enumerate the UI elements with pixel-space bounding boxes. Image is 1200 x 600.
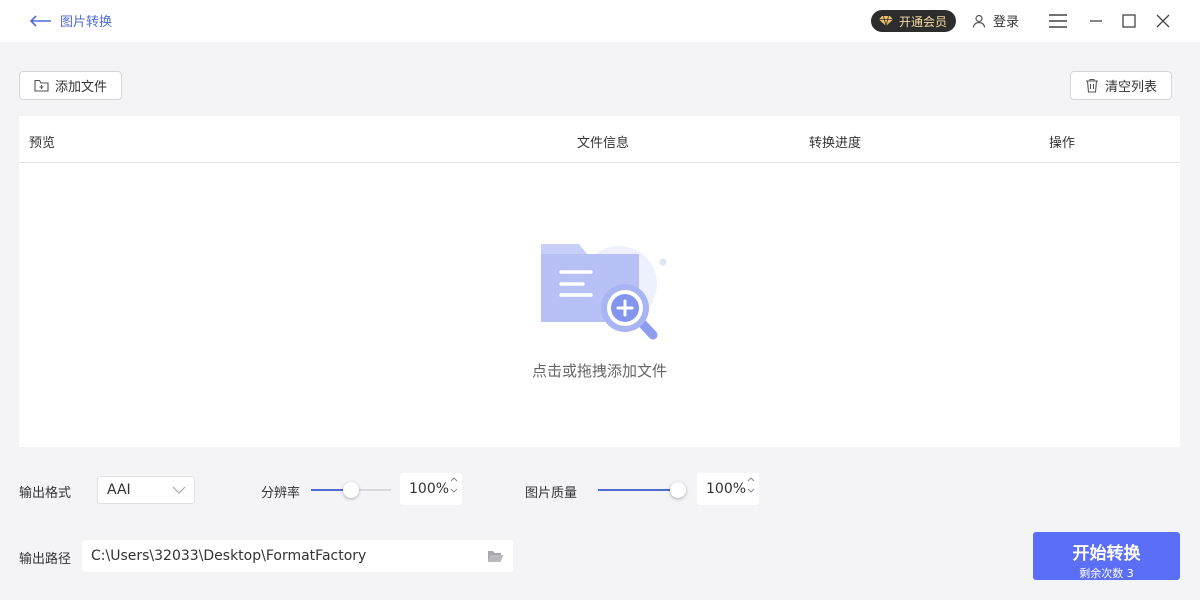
minimize-button[interactable] xyxy=(1086,11,1106,31)
increment-icon[interactable] xyxy=(450,476,458,482)
decrement-icon[interactable] xyxy=(747,488,755,494)
maximize-button[interactable] xyxy=(1119,11,1139,31)
add-file-label: 添加文件 xyxy=(55,76,107,95)
chevron-down-icon xyxy=(172,486,186,494)
quality-slider-fill xyxy=(598,489,678,491)
column-header-progress: 转换进度 xyxy=(809,132,861,151)
clear-list-label: 清空列表 xyxy=(1105,76,1157,95)
output-format-value: AAI xyxy=(107,482,131,498)
quality-slider-thumb[interactable] xyxy=(670,482,686,498)
menu-button[interactable] xyxy=(1048,11,1068,31)
output-path-label: 输出路径 xyxy=(19,548,71,567)
empty-state-text: 点击或拖拽添加文件 xyxy=(19,360,1180,381)
resolution-value: 100% xyxy=(409,481,449,497)
trash-icon xyxy=(1085,78,1099,93)
minimize-icon xyxy=(1089,14,1103,28)
clear-list-button[interactable]: 清空列表 xyxy=(1070,71,1172,100)
column-header-file-info: 文件信息 xyxy=(577,132,629,151)
page-title: 图片转换 xyxy=(60,11,112,30)
login-button[interactable]: 登录 xyxy=(972,11,1019,30)
menu-icon xyxy=(1048,13,1068,29)
output-format-select[interactable]: AAI xyxy=(97,476,195,504)
quality-slider[interactable] xyxy=(598,483,678,497)
start-convert-label: 开始转换 xyxy=(1033,539,1180,564)
output-path-value: C:\Users\32033\Desktop\FormatFactory xyxy=(91,548,366,564)
add-file-button[interactable]: 添加文件 xyxy=(19,71,122,100)
file-table: 预览 文件信息 转换进度 操作 点击或拖拽添加文件 xyxy=(19,116,1180,447)
quality-stepper[interactable]: 100% xyxy=(697,473,759,505)
column-header-preview: 预览 xyxy=(29,132,55,151)
decrement-icon[interactable] xyxy=(450,488,458,494)
folder-open-icon[interactable] xyxy=(487,550,504,563)
quality-label: 图片质量 xyxy=(525,482,577,501)
back-arrow-icon xyxy=(30,15,52,27)
remaining-count-label: 剩余次数 3 xyxy=(1033,565,1180,581)
output-format-label: 输出格式 xyxy=(19,482,71,501)
resolution-stepper[interactable]: 100% xyxy=(400,473,462,505)
start-convert-button[interactable]: 开始转换 剩余次数 3 xyxy=(1033,532,1180,580)
empty-folder-search-icon xyxy=(527,232,677,352)
user-icon xyxy=(972,14,986,28)
folder-plus-icon xyxy=(34,79,49,92)
login-label: 登录 xyxy=(993,11,1019,30)
back-button[interactable]: 图片转换 xyxy=(30,11,112,30)
column-header-actions: 操作 xyxy=(1049,132,1075,151)
increment-icon[interactable] xyxy=(747,476,755,482)
title-bar: 图片转换 开通会员 登录 xyxy=(0,0,1200,42)
resolution-label: 分辨率 xyxy=(261,482,300,501)
close-button[interactable] xyxy=(1153,11,1173,31)
output-path-field[interactable]: C:\Users\32033\Desktop\FormatFactory xyxy=(82,540,513,572)
close-icon xyxy=(1156,14,1170,28)
table-header: 预览 文件信息 转换进度 操作 xyxy=(19,116,1180,163)
quality-value: 100% xyxy=(706,481,746,497)
drop-zone[interactable]: 点击或拖拽添加文件 xyxy=(19,164,1180,447)
maximize-icon xyxy=(1122,14,1136,28)
diamond-icon xyxy=(879,15,893,27)
resolution-slider-thumb[interactable] xyxy=(343,482,359,498)
vip-label: 开通会员 xyxy=(899,13,947,30)
vip-button[interactable]: 开通会员 xyxy=(871,10,956,32)
resolution-slider[interactable] xyxy=(311,483,391,497)
